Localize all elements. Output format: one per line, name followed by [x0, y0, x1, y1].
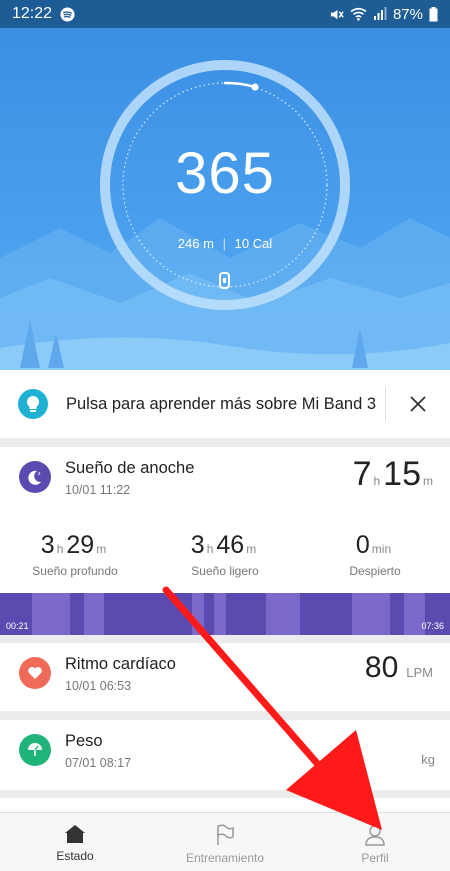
- nav-perfil[interactable]: Perfil: [300, 813, 450, 871]
- heart-rate-date: 10/01 06:53: [65, 679, 132, 693]
- status-bar: 12:22 87%: [0, 0, 450, 28]
- heart-rate-value: 80: [364, 651, 399, 684]
- steps-substats: 246 m | 10 Cal: [177, 236, 273, 251]
- sleep-title: Sueño de anoche: [65, 459, 195, 477]
- mute-icon: [330, 9, 344, 19]
- distance-unit: m: [203, 236, 214, 251]
- light-sleep-unit-h: h: [206, 542, 214, 556]
- moon-icon: z: [19, 461, 51, 493]
- scale-icon: [19, 734, 51, 766]
- sleep-total-minutes: 15: [383, 455, 421, 493]
- deep-sleep-label: Sueño profundo: [32, 564, 118, 578]
- nav-label-entrenamiento: Entrenamiento: [185, 851, 265, 865]
- deep-sleep-minutes: 29: [66, 531, 95, 559]
- deep-sleep: 3 h 29 m Sueño profundo: [0, 531, 150, 578]
- wifi-icon: [350, 7, 367, 21]
- weight-title: Peso: [65, 732, 103, 750]
- battery-percent: 87%: [392, 5, 423, 23]
- distance-value: 246: [177, 236, 200, 251]
- steps-hero[interactable]: 365 246 m | 10 Cal: [0, 28, 450, 370]
- nav-label-perfil: Perfil: [361, 851, 389, 865]
- heart-rate-value-block: 80 LPM: [365, 651, 436, 685]
- sleep-start-time: 00:21: [6, 621, 29, 631]
- close-icon[interactable]: [386, 370, 450, 438]
- svg-text:z: z: [38, 471, 41, 477]
- sleep-unit-h: h: [373, 474, 381, 488]
- band-icon: [219, 272, 230, 289]
- nav-estado[interactable]: Estado: [0, 813, 150, 871]
- light-sleep-label: Sueño ligero: [191, 564, 259, 578]
- battery-icon: [429, 6, 438, 21]
- deep-sleep-unit-m: m: [96, 542, 107, 556]
- light-sleep-hours: 3: [190, 531, 205, 559]
- sleep-timeline[interactable]: 00:21 07:36: [0, 593, 450, 635]
- awake-unit: min: [371, 542, 392, 556]
- weight-unit: kg: [421, 752, 435, 767]
- sleep-end-time: 07:36: [421, 621, 444, 631]
- awake-time: 0 min Despierto: [300, 531, 450, 578]
- status-time: 12:22: [12, 5, 53, 22]
- heart-rate-title: Ritmo cardíaco: [65, 655, 176, 673]
- weight-date: 07/01 08:17: [65, 756, 132, 770]
- sleep-total-hours: 7: [352, 455, 372, 493]
- deep-sleep-hours: 3: [40, 531, 55, 559]
- awake-label: Despierto: [349, 564, 401, 578]
- nav-entrenamiento[interactable]: Entrenamiento: [150, 813, 300, 871]
- heart-rate-unit: LPM: [406, 665, 433, 680]
- home-icon: [65, 825, 85, 843]
- sleep-breakdown: 3 h 29 m Sueño profundo 3 h 46 m Sueño l…: [0, 531, 450, 578]
- light-sleep: 3 h 46 m Sueño ligero: [150, 531, 300, 578]
- sleep-total: 7 h 15 m: [353, 455, 436, 494]
- sleep-date: 10/01 11:22: [65, 483, 131, 497]
- person-icon: [365, 825, 385, 846]
- sleep-unit-m: m: [423, 474, 433, 488]
- nav-label-estado: Estado: [56, 849, 94, 863]
- heart-icon: [19, 657, 51, 689]
- sleep-card[interactable]: z Sueño de anoche 10/01 11:22 7 h 15 m 3…: [0, 447, 450, 635]
- tip-text[interactable]: Pulsa para aprender más sobre Mi Band 3: [66, 395, 385, 414]
- signal-icon: [373, 7, 387, 20]
- deep-sleep-unit-h: h: [56, 542, 64, 556]
- heart-rate-card[interactable]: Ritmo cardíaco 10/01 06:53 80 LPM: [0, 643, 450, 711]
- steps-count: 365: [175, 141, 275, 206]
- calories-unit: Cal: [252, 236, 273, 251]
- flag-icon: [217, 824, 234, 845]
- weight-card[interactable]: Peso 07/01 08:17 kg: [0, 720, 450, 790]
- calories-value: 10: [234, 236, 250, 251]
- bottom-navigation: Estado Entrenamiento Perfil: [0, 812, 450, 871]
- tip-card[interactable]: Pulsa para aprender más sobre Mi Band 3: [0, 370, 450, 438]
- light-sleep-unit-m: m: [246, 542, 257, 556]
- lightbulb-icon: [18, 389, 48, 419]
- awake-minutes: 0: [355, 531, 370, 559]
- spotify-icon: [60, 6, 75, 22]
- light-sleep-minutes: 46: [216, 531, 245, 559]
